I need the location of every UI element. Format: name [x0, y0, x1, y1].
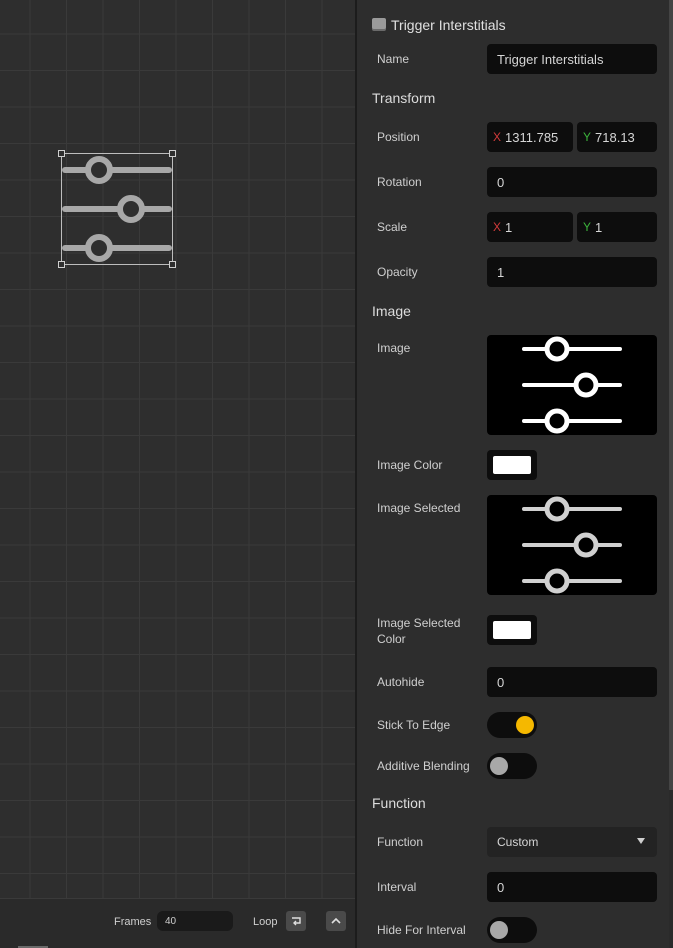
position-y-value: 718.13 [595, 129, 635, 145]
inspector-panel: Trigger Interstitials Name Trigger Inter… [357, 0, 673, 948]
image-picker[interactable] [487, 335, 657, 435]
name-field[interactable]: Trigger Interstitials [487, 44, 657, 74]
axis-y-label: Y [583, 220, 592, 234]
image-color-swatch[interactable] [487, 450, 537, 480]
hide-for-interval-toggle[interactable] [487, 917, 537, 943]
image-selected-picker[interactable] [487, 495, 657, 595]
interval-field[interactable]: 0 [487, 872, 657, 902]
axis-y-label: Y [583, 130, 592, 144]
image-selected-color-swatch[interactable] [487, 615, 537, 645]
transform-section-title: Transform [372, 90, 436, 106]
name-value: Trigger Interstitials [497, 51, 604, 67]
image-section-title: Image [372, 303, 411, 319]
rotation-value: 0 [497, 174, 505, 190]
resize-handle-top-right[interactable] [169, 150, 176, 157]
scene-canvas[interactable] [0, 0, 355, 898]
function-value: Custom [497, 835, 539, 849]
layer-icon [372, 18, 386, 29]
scale-label: Scale [377, 220, 408, 234]
loop-label: Loop [253, 916, 278, 928]
autohide-value: 0 [497, 674, 505, 690]
dropdown-arrow-icon [637, 838, 645, 844]
opacity-value: 1 [497, 264, 505, 280]
inspector-title: Trigger Interstitials [391, 17, 506, 33]
scale-x-value: 1 [505, 219, 513, 235]
opacity-field[interactable]: 1 [487, 257, 657, 287]
position-x-field[interactable]: X 1311.785 [487, 122, 573, 152]
sliders-icon [522, 496, 622, 594]
toggle-knob [490, 921, 508, 939]
loop-icon [292, 917, 301, 926]
additive-blending-label: Additive Blending [377, 759, 470, 773]
image-selected-color-label: Image Selected Color [377, 616, 461, 646]
rotation-label: Rotation [377, 175, 422, 189]
scrollbar-thumb[interactable] [669, 0, 673, 790]
image-selected-color-fill [493, 621, 531, 639]
hide-for-interval-label: Hide For Interval [377, 923, 466, 937]
resize-handle-bottom-left[interactable] [58, 261, 65, 268]
opacity-label: Opacity [377, 265, 418, 279]
scale-x-field[interactable]: X1 [487, 212, 573, 242]
frames-label: Frames [114, 916, 152, 928]
toggle-knob [516, 716, 534, 734]
image-label: Image [377, 341, 411, 355]
image-color-fill [493, 456, 531, 474]
expand-timeline-button[interactable] [326, 911, 346, 931]
axis-x-label: X [493, 220, 502, 234]
loop-button[interactable] [286, 911, 306, 931]
resize-handle-top-left[interactable] [58, 150, 65, 157]
position-y-field[interactable]: Y 718.13 [577, 122, 657, 152]
axis-x-label: X [493, 130, 502, 144]
position-x-value: 1311.785 [505, 129, 559, 145]
editor-window: Frames Loop Trigger Interstitials Name T… [0, 0, 673, 948]
scale-y-value: 1 [595, 219, 603, 235]
timeline-bar: Frames Loop [0, 898, 355, 948]
position-label: Position [377, 130, 420, 144]
function-dropdown[interactable]: Custom [487, 827, 657, 857]
frames-input[interactable] [157, 911, 233, 931]
autohide-field[interactable]: 0 [487, 667, 657, 697]
function-label: Function [377, 835, 424, 849]
image-selected-label: Image Selected [377, 501, 461, 515]
name-label: Name [377, 52, 410, 66]
stick-to-edge-label: Stick To Edge [377, 718, 451, 732]
chevron-up-icon [331, 917, 341, 924]
autohide-label: Autohide [377, 675, 425, 689]
scale-y-field[interactable]: Y1 [577, 212, 657, 242]
function-section-title: Function [372, 795, 426, 811]
rotation-field[interactable]: 0 [487, 167, 657, 197]
selection-bounding-box[interactable] [61, 153, 173, 265]
toggle-knob [490, 757, 508, 775]
inspector-scrollbar[interactable] [669, 0, 673, 948]
resize-handle-bottom-right[interactable] [169, 261, 176, 268]
image-color-label: Image Color [377, 458, 443, 472]
additive-blending-toggle[interactable] [487, 753, 537, 779]
stick-to-edge-toggle[interactable] [487, 712, 537, 738]
interval-value: 0 [497, 879, 505, 895]
sliders-icon [522, 336, 622, 434]
interval-label: Interval [377, 880, 417, 894]
